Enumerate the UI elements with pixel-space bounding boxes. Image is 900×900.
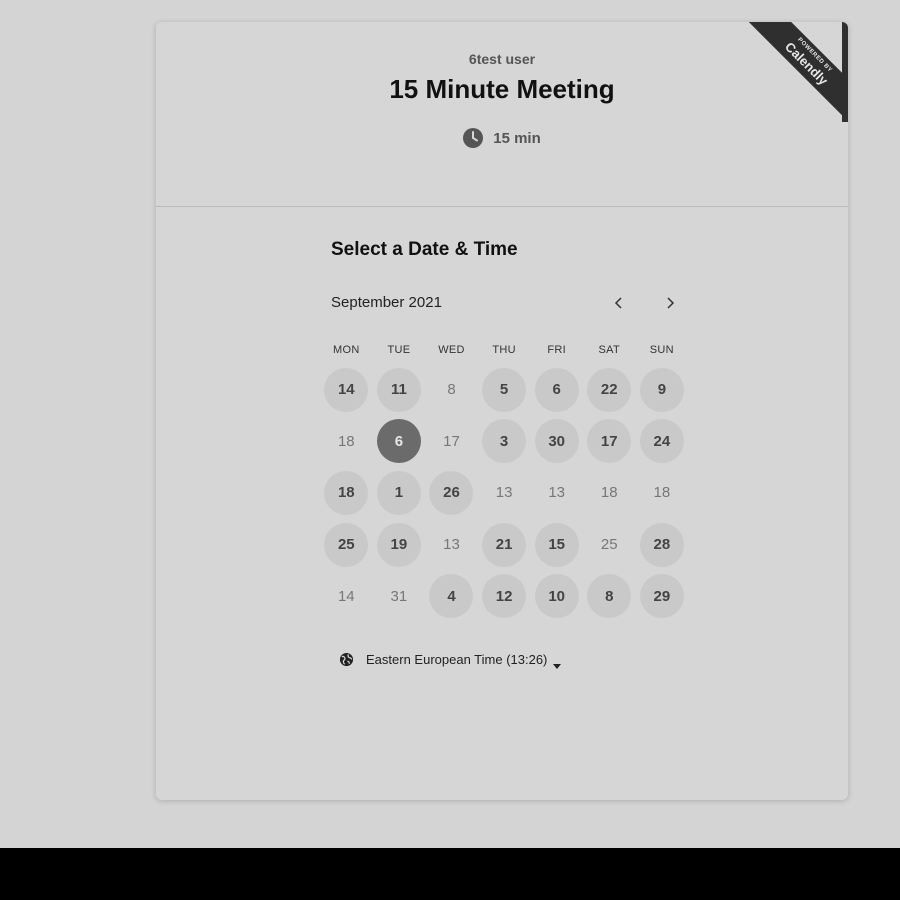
calendar-days-grid: 14 11 8 5 6 22 9 18 6 17 3 30 17 24 18 1 26 13 13 18 18 25 19 1…: [320, 364, 688, 622]
day-cell: 10: [530, 570, 583, 622]
day-button[interactable]: 8: [587, 574, 632, 619]
day-cell: 18: [320, 416, 373, 468]
day-button[interactable]: 6: [534, 367, 579, 412]
weekday-fri: FRI: [547, 344, 566, 356]
chevron-left-icon: [614, 297, 622, 309]
day-cell: 18: [583, 467, 636, 519]
day-unavailable: 18: [600, 484, 618, 502]
day-button[interactable]: 11: [376, 367, 421, 412]
day-cell: 13: [478, 467, 531, 519]
badge-ribbon: POWERED BY Calendly: [745, 22, 848, 122]
day-cell: 22: [583, 364, 636, 416]
day-button[interactable]: 25: [324, 522, 369, 567]
duration-label: 15 min: [493, 129, 541, 147]
day-cell: 13: [425, 519, 478, 571]
day-cell: 25: [320, 519, 373, 571]
day-cell: 13: [530, 467, 583, 519]
day-cell: 25: [583, 519, 636, 571]
clock-icon: [463, 128, 484, 148]
day-cell: 19: [373, 519, 426, 571]
caret-down-icon: [553, 657, 562, 669]
day-button[interactable]: 12: [482, 574, 527, 619]
weekday-thu: THU: [492, 344, 516, 356]
day-cell: 8: [583, 570, 636, 622]
day-button[interactable]: 18: [324, 470, 369, 515]
event-duration: 15 min: [156, 128, 848, 148]
section-title: Select a Date & Time: [331, 239, 518, 260]
day-button[interactable]: 14: [324, 367, 369, 412]
day-button[interactable]: 9: [639, 367, 684, 412]
day-cell: 8: [425, 364, 478, 416]
day-cell: 24: [636, 416, 689, 468]
day-unavailable: 8: [447, 381, 456, 399]
day-cell: 3: [478, 416, 531, 468]
bottom-black-bar: [0, 848, 900, 900]
weekday-sat: SAT: [598, 344, 620, 356]
day-button[interactable]: 4: [429, 574, 474, 619]
month-label: September 2021: [331, 294, 442, 311]
day-cell: 28: [636, 519, 689, 571]
previous-month-button[interactable]: [604, 288, 634, 318]
day-cell: 14: [320, 364, 373, 416]
day-cell: 6: [530, 364, 583, 416]
page-background: 6test user 15 Minute Meeting 15 min POWE…: [0, 0, 900, 848]
day-button[interactable]: 30: [534, 419, 579, 464]
day-unavailable: 13: [495, 484, 513, 502]
timezone-label: Eastern European Time (13:26): [366, 652, 548, 667]
day-unavailable: 31: [390, 587, 408, 605]
day-cell: 30: [530, 416, 583, 468]
day-button[interactable]: 19: [376, 522, 421, 567]
day-button[interactable]: 1: [376, 470, 421, 515]
day-cell: 1: [373, 467, 426, 519]
chevron-right-icon: [667, 297, 675, 309]
day-button[interactable]: 24: [639, 419, 684, 464]
day-button[interactable]: 17: [587, 419, 632, 464]
day-button[interactable]: 26: [429, 470, 474, 515]
day-cell: 29: [636, 570, 689, 622]
day-cell: 4: [425, 570, 478, 622]
day-unavailable: 13: [443, 536, 460, 554]
weekday-mon: MON: [333, 344, 360, 356]
day-unavailable: 13: [548, 484, 566, 502]
day-cell: 11: [373, 364, 426, 416]
day-unavailable: 18: [653, 484, 671, 502]
day-button[interactable]: 10: [534, 574, 579, 619]
day-cell: 15: [530, 519, 583, 571]
weekday-tue: TUE: [387, 344, 411, 356]
booking-card: 6test user 15 Minute Meeting 15 min POWE…: [156, 22, 848, 800]
day-unavailable: 18: [337, 432, 355, 450]
weekday-sun: SUN: [649, 344, 674, 356]
globe-icon: [339, 652, 354, 667]
day-unavailable: 25: [600, 536, 618, 554]
day-cell: 18: [320, 467, 373, 519]
day-button[interactable]: 22: [587, 367, 632, 412]
day-cell: 31: [373, 570, 426, 622]
day-cell: 17: [425, 416, 478, 468]
day-cell: 6: [373, 416, 426, 468]
day-cell: 9: [636, 364, 689, 416]
powered-by-badge[interactable]: POWERED BY Calendly: [738, 22, 848, 122]
day-button[interactable]: 29: [639, 574, 684, 619]
day-cell: 17: [583, 416, 636, 468]
day-cell: 12: [478, 570, 531, 622]
day-button[interactable]: 15: [534, 522, 579, 567]
day-cell: 18: [636, 467, 689, 519]
weekday-wed: WED: [438, 344, 465, 356]
day-cell: 14: [320, 570, 373, 622]
day-button[interactable]: 3: [482, 419, 527, 464]
weekday-header: MON TUE WED THU FRI SAT SUN: [320, 344, 688, 356]
timezone-selector[interactable]: Eastern European Time (13:26): [339, 652, 562, 669]
day-unavailable: 17: [443, 432, 460, 450]
day-button[interactable]: 28: [639, 522, 684, 567]
day-cell: 26: [425, 467, 478, 519]
day-selected-button[interactable]: 6: [376, 419, 421, 464]
month-navigation: September 2021: [331, 292, 691, 316]
next-month-button[interactable]: [655, 288, 685, 318]
day-button[interactable]: 21: [482, 522, 527, 567]
day-cell: 21: [478, 519, 531, 571]
day-unavailable: 14: [337, 587, 355, 605]
day-cell: 5: [478, 364, 531, 416]
day-button[interactable]: 5: [482, 367, 527, 412]
